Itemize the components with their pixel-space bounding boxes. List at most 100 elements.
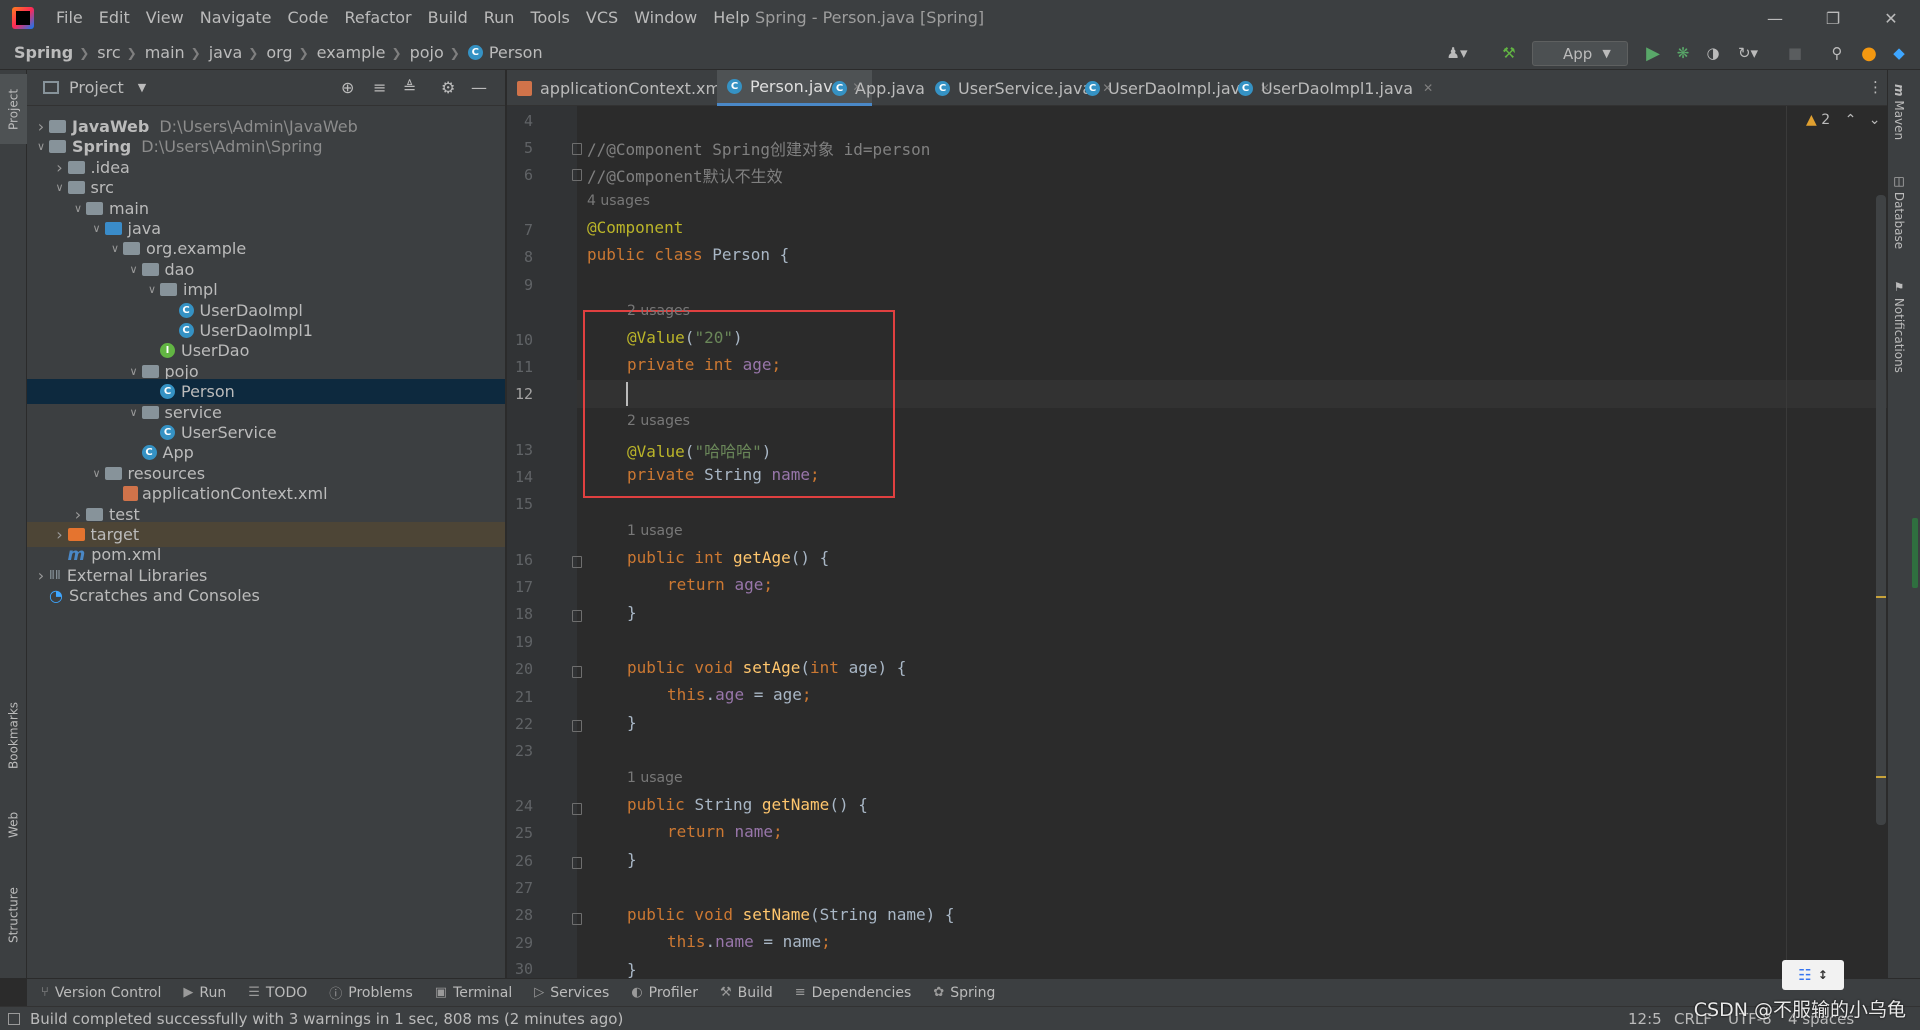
collapse-all-icon[interactable]: ≜	[403, 78, 416, 97]
restore-icon[interactable]: ❐	[1804, 0, 1862, 36]
project-tool-tab[interactable]: Project	[0, 74, 27, 144]
input-method-button[interactable]: ☷ ↕	[1782, 960, 1844, 990]
close-icon[interactable]: ✕	[1862, 0, 1920, 36]
stop-icon[interactable]: ■	[1782, 40, 1808, 66]
maven-tool-tab[interactable]: m Maven	[1892, 84, 1906, 140]
breadcrumb-item[interactable]: org	[266, 43, 292, 62]
menu-view[interactable]: View	[138, 0, 192, 36]
tool-window-run[interactable]: ▶ Run	[183, 985, 226, 1001]
menu-window[interactable]: Window	[626, 0, 705, 36]
breadcrumb-item[interactable]: java	[209, 43, 243, 62]
fold-marker-icon[interactable]	[572, 913, 582, 925]
chevron-down-icon[interactable]: ∨	[70, 202, 86, 215]
menu-run[interactable]: Run	[476, 0, 523, 36]
status-toggle-icon[interactable]	[8, 1012, 20, 1025]
usages-hint[interactable]: 1 usage	[627, 770, 683, 786]
menu-code[interactable]: Code	[280, 0, 337, 36]
code-editor[interactable]	[577, 106, 1887, 978]
menu-tools[interactable]: Tools	[522, 0, 577, 36]
menu-vcs[interactable]: VCS	[578, 0, 626, 36]
chevron-right-icon[interactable]: ›	[52, 158, 68, 177]
database-tool-tab[interactable]: ◫ Database	[1892, 174, 1906, 249]
fold-marker-icon[interactable]	[572, 556, 582, 568]
chevron-down-icon[interactable]: ∨	[33, 140, 49, 153]
breadcrumb-item[interactable]: main	[145, 43, 185, 62]
chevron-down-icon[interactable]: ∨	[126, 263, 142, 276]
chevron-right-icon[interactable]: ›	[33, 566, 49, 585]
debug-icon[interactable]: ❋	[1670, 40, 1696, 66]
expand-all-icon[interactable]: ≡	[373, 78, 386, 97]
breadcrumb-item[interactable]: Person	[489, 43, 543, 62]
chevron-right-icon[interactable]: ›	[70, 505, 86, 524]
usages-hint[interactable]: 1 usage	[627, 523, 683, 539]
tool-window-version-control[interactable]: ⑂ Version Control	[41, 985, 161, 1001]
breadcrumb-item[interactable]: pojo	[410, 43, 444, 62]
chevron-right-icon[interactable]: ›	[33, 117, 49, 136]
tool-window-dependencies[interactable]: ≡ Dependencies	[795, 985, 912, 1001]
gear-icon[interactable]: ⚙	[441, 78, 455, 97]
hide-icon[interactable]: —	[471, 78, 487, 97]
warnings-indicator[interactable]: ▲ 2 ⌃ ⌄	[1806, 112, 1881, 128]
status-message[interactable]: Build completed successfully with 3 warn…	[30, 1010, 623, 1028]
coverage-icon[interactable]: ◑	[1700, 40, 1726, 66]
menu-help[interactable]: Help	[705, 0, 757, 36]
breadcrumb-item[interactable]: src	[97, 43, 120, 62]
fold-marker-icon[interactable]	[572, 720, 582, 732]
chevron-down-icon[interactable]: ∨	[89, 222, 105, 235]
chevron-down-icon[interactable]: ∨	[126, 406, 142, 419]
usages-hint[interactable]: 2 usages	[627, 303, 690, 319]
search-icon[interactable]: ⚲	[1824, 40, 1850, 66]
bookmarks-tool-tab[interactable]: Bookmarks	[0, 690, 27, 780]
fold-marker-icon[interactable]	[572, 803, 582, 815]
tool-window-services[interactable]: ▷ Services	[534, 985, 609, 1001]
update-icon[interactable]: ●	[1856, 40, 1882, 66]
build-hammer-icon[interactable]: ⚒	[1496, 40, 1522, 66]
menu-file[interactable]: File	[48, 0, 91, 36]
structure-tool-tab[interactable]: Structure	[0, 870, 27, 960]
menu-edit[interactable]: Edit	[91, 0, 138, 36]
tool-window-problems[interactable]: ⓘ Problems	[329, 983, 413, 1003]
run-config-selector[interactable]: App ▼	[1532, 41, 1628, 66]
tool-window-spring[interactable]: ✿ Spring	[933, 985, 995, 1001]
chevron-down-icon[interactable]: ∨	[144, 283, 160, 296]
chevron-down-icon[interactable]: ∨	[52, 181, 68, 194]
web-tool-tab[interactable]: Web	[0, 800, 27, 850]
usages-hint[interactable]: 2 usages	[627, 413, 690, 429]
minimize-icon[interactable]: —	[1746, 0, 1804, 36]
usages-hint[interactable]: 4 usages	[587, 193, 650, 209]
breadcrumb-item[interactable]: example	[317, 43, 386, 62]
tool-window-terminal[interactable]: ▣ Terminal	[435, 985, 512, 1001]
menu-build[interactable]: Build	[420, 0, 476, 36]
editor-scrollbar[interactable]	[1876, 195, 1886, 825]
fold-marker-icon[interactable]	[572, 143, 582, 155]
notifications-tool-tab[interactable]: ⚑ Notifications	[1892, 280, 1906, 373]
tab-userdaoimpl1-java[interactable]: C UserDaoImpl1.java ✕	[1228, 70, 1443, 106]
caret-position[interactable]: 12:5	[1628, 1010, 1662, 1028]
fold-marker-icon[interactable]	[572, 857, 582, 869]
menu-navigate[interactable]: Navigate	[192, 0, 280, 36]
more-tabs-icon[interactable]: ⋮	[1868, 78, 1883, 96]
prev-highlight-icon[interactable]: ⌃	[1845, 112, 1857, 128]
fold-marker-icon[interactable]	[572, 169, 582, 181]
breadcrumb-item[interactable]: Spring	[14, 43, 73, 62]
tree-item[interactable]: ◔ Scratches and Consoles	[27, 583, 505, 608]
profile-icon[interactable]: ↻▾	[1730, 40, 1766, 66]
warning-stripe[interactable]	[1876, 776, 1886, 778]
fold-marker-icon[interactable]	[572, 666, 582, 678]
close-tab-icon[interactable]: ✕	[1423, 81, 1433, 95]
warning-stripe[interactable]	[1876, 596, 1886, 598]
locate-icon[interactable]: ⊕	[341, 78, 354, 97]
tool-window-todo[interactable]: ☰ TODO	[248, 985, 307, 1001]
fold-marker-icon[interactable]	[572, 610, 582, 622]
project-panel-title[interactable]: Project	[69, 78, 124, 97]
chevron-down-icon[interactable]: ∨	[107, 242, 123, 255]
jetbrains-toolbox-icon[interactable]: ◆	[1886, 40, 1912, 66]
chevron-down-icon[interactable]: ∨	[89, 467, 105, 480]
chevron-down-icon[interactable]: ▼	[138, 81, 146, 94]
tool-window-profiler[interactable]: ◐ Profiler	[631, 985, 698, 1001]
run-icon[interactable]: ▶	[1640, 40, 1666, 66]
user-icon[interactable]: ♟▾	[1440, 40, 1474, 66]
next-highlight-icon[interactable]: ⌄	[1869, 112, 1881, 128]
chevron-down-icon[interactable]: ∨	[126, 365, 142, 378]
tool-window-build[interactable]: ⚒ Build	[720, 985, 773, 1001]
